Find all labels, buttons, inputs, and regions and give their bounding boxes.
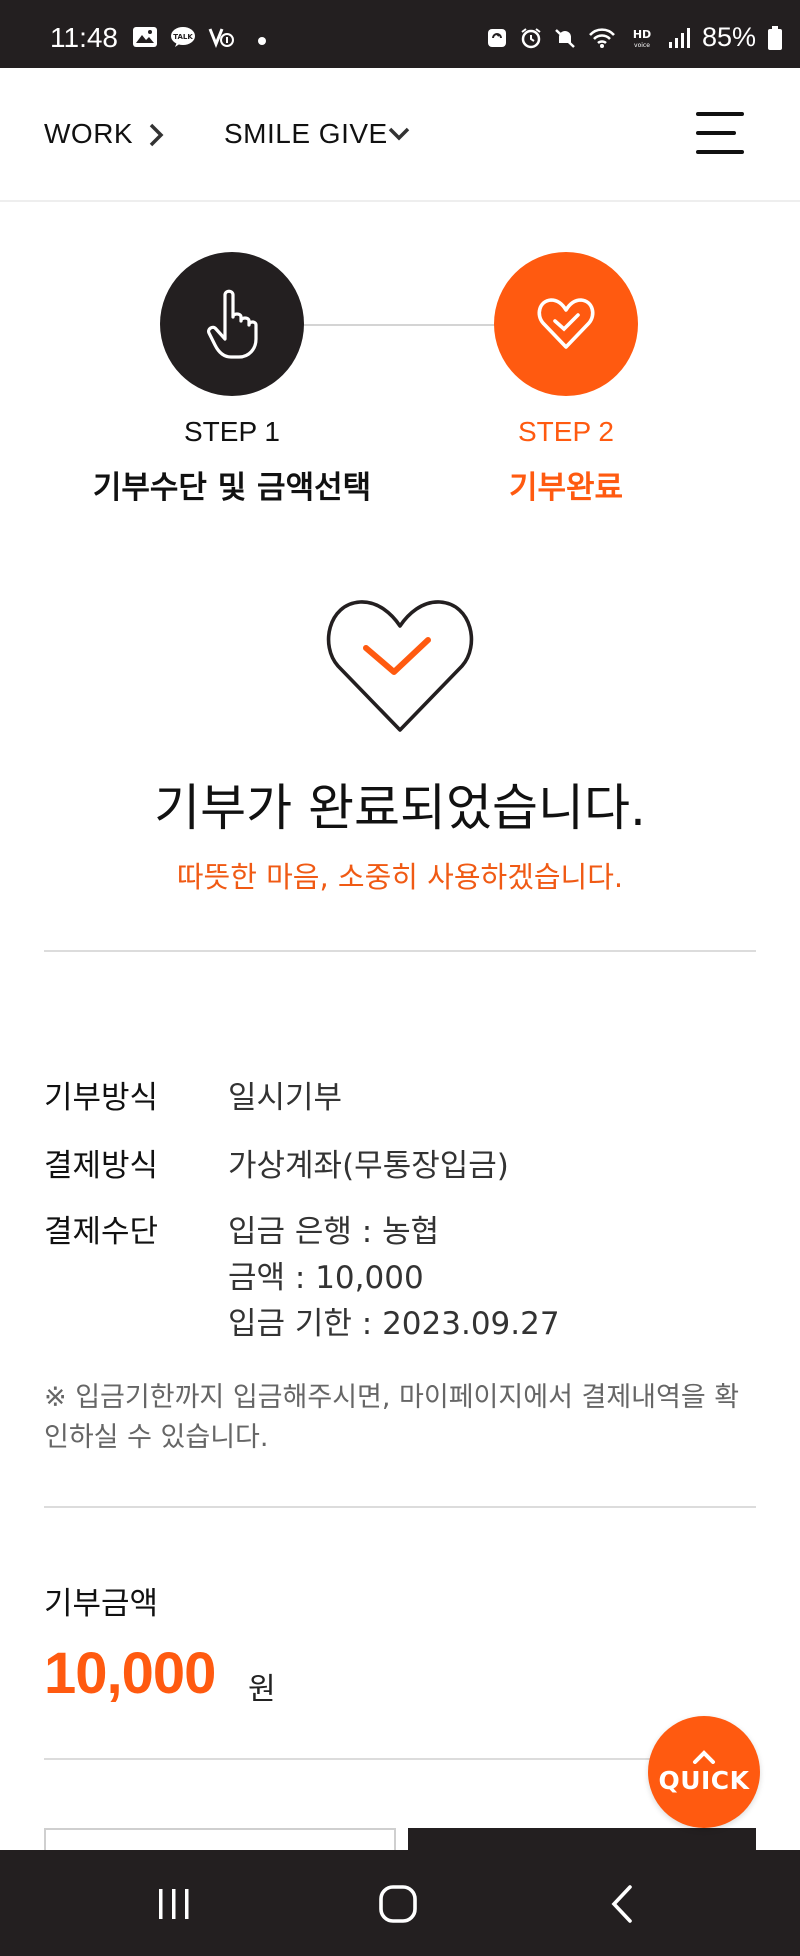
section-divider: [44, 950, 756, 952]
status-right-icons: HD voice 85%: [486, 22, 782, 53]
menu-line-icon: [696, 131, 736, 135]
payment-method-value: 가상계좌(무통장입금): [228, 1148, 509, 1184]
completion-title: 기부가 완료되었습니다.: [154, 779, 646, 837]
gallery-icon: [133, 27, 157, 47]
step1-circle: [160, 252, 304, 396]
pointing-hand-icon: [207, 289, 258, 359]
donation-amount-label: 기부금액: [44, 1586, 159, 1622]
status-dot: [258, 37, 266, 45]
wifi-icon: [589, 27, 615, 48]
notification-icon: [208, 28, 234, 48]
home-button[interactable]: [368, 1880, 428, 1928]
status-bar: 11:48 TALK HD voice 85%: [0, 0, 800, 68]
payment-notice: ※ 입금기한까지 입금해주시면, 마이페이지에서 결제내역을 확인하실 수 있습…: [44, 1382, 740, 1453]
svg-text:TALK: TALK: [173, 33, 193, 41]
quick-button[interactable]: QUICK: [648, 1716, 760, 1828]
kakaotalk-icon: TALK: [171, 27, 195, 47]
step-connector: [300, 324, 500, 326]
chevron-up-icon: [693, 1749, 715, 1764]
menu-line-icon: [696, 112, 744, 116]
hd-voice-icon: HDvoice: [633, 28, 651, 49]
donation-method-value: 일시기부: [228, 1080, 343, 1116]
hamburger-menu-button[interactable]: [696, 110, 746, 156]
home-icon: [379, 1885, 417, 1923]
quick-label: QUICK: [658, 1765, 750, 1795]
step2-title: 기부완료: [508, 470, 624, 506]
top-header: WORK SMILE GIVE: [0, 68, 800, 202]
step1-number: STEP 1: [184, 416, 280, 447]
lock-icon: [487, 28, 506, 47]
mute-icon: [555, 28, 575, 48]
heart-check-icon: [537, 298, 595, 349]
deposit-deadline: 입금 기한 : 2023.09.27: [228, 1306, 560, 1342]
step2-number: STEP 2: [518, 416, 614, 447]
completion-heart-icon: [326, 600, 474, 732]
chevron-right-icon: [149, 123, 164, 147]
signal-icon: [668, 27, 690, 48]
svg-text:HD: HD: [633, 28, 651, 41]
alarm-icon: [521, 27, 541, 48]
back-icon: [611, 1885, 632, 1923]
system-nav-bar: [0, 1850, 800, 1956]
completion-subtitle: 따뜻한 마음, 소중히 사용하겠습니다.: [176, 860, 624, 894]
payment-method-label: 결제방식: [44, 1148, 159, 1184]
deposit-bank: 입금 은행 : 농협: [228, 1214, 440, 1250]
deposit-amount: 금액 : 10,000: [228, 1260, 424, 1296]
step2-circle: [494, 252, 638, 396]
battery-percent: 85%: [701, 22, 756, 52]
recent-apps-button[interactable]: [144, 1880, 204, 1928]
step1-title: 기부수단 및 금액선택: [92, 470, 372, 506]
svg-text:voice: voice: [634, 42, 650, 49]
battery-icon: [768, 25, 782, 50]
donation-method-label: 기부방식: [44, 1080, 159, 1116]
breadcrumb-smile-give[interactable]: SMILE GIVE: [224, 118, 388, 150]
payment-means-label: 결제수단: [44, 1214, 159, 1250]
chevron-down-icon[interactable]: [388, 124, 410, 144]
status-time: 11:48: [50, 22, 118, 53]
donation-amount-unit: 원: [248, 1672, 276, 1707]
menu-line-icon: [696, 150, 744, 154]
status-left-icons: TALK: [132, 26, 266, 48]
breadcrumb-work[interactable]: WORK: [44, 118, 133, 150]
recent-apps-icon: [159, 1889, 189, 1919]
back-button[interactable]: [592, 1880, 652, 1928]
donation-amount-value: 10,000: [44, 1641, 216, 1706]
section-divider: [44, 1506, 756, 1508]
